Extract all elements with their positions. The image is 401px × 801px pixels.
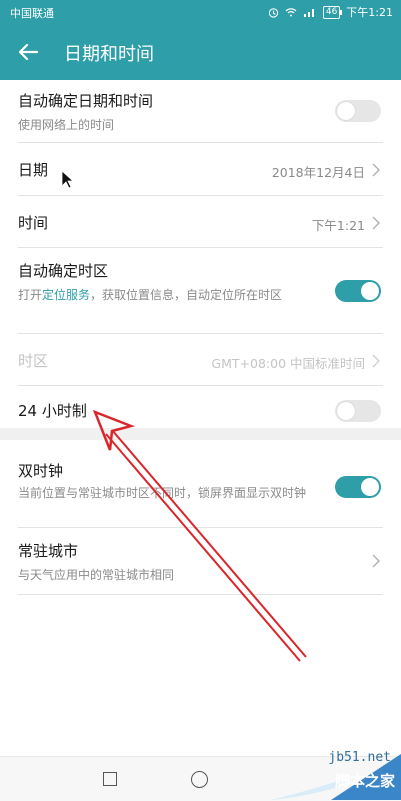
24-hour-toggle[interactable]	[335, 400, 381, 422]
wifi-icon	[285, 8, 297, 17]
setting-auto-timezone[interactable]: 自动确定时区 打开定位服务，获取位置信息，自动定位所在时区	[18, 248, 383, 334]
battery-icon: 46	[322, 5, 343, 19]
description-text: 打开	[18, 288, 43, 302]
alarm-icon	[268, 7, 279, 18]
setting-label: 24 小时制	[18, 402, 87, 420]
mouse-cursor-icon	[61, 170, 75, 189]
setting-label: 时区	[18, 352, 49, 370]
date-value: 2018年12月4日	[271, 165, 365, 180]
setting-label: 自动确定时区	[18, 262, 109, 280]
recent-apps-button[interactable]	[103, 772, 117, 786]
toggle-knob	[337, 102, 355, 120]
chevron-right-icon	[372, 354, 380, 368]
setting-description: 使用网络上的时间	[18, 118, 115, 132]
setting-label: 时间	[18, 214, 49, 232]
auto-timezone-toggle[interactable]	[335, 280, 381, 302]
toggle-knob	[337, 402, 355, 420]
setting-label: 自动确定日期和时间	[18, 92, 154, 110]
chevron-right-icon	[372, 554, 380, 568]
setting-label: 双时钟	[18, 462, 64, 480]
setting-label: 常驻城市	[18, 542, 79, 560]
setting-label: 日期	[18, 161, 49, 179]
chevron-right-icon	[372, 216, 380, 230]
page-title: 日期和时间	[64, 44, 154, 65]
chevron-right-icon	[372, 163, 380, 177]
status-icons: 46 下午1:21	[268, 4, 393, 20]
description-text: ，获取位置信息，自动定位所在时区	[90, 288, 283, 302]
setting-24-hour[interactable]: 24 小时制	[18, 386, 383, 428]
site-watermark: jb51.net 脚本之家	[271, 740, 401, 800]
setting-time[interactable]: 时间 下午1:21	[18, 196, 383, 248]
arrow-left-icon[interactable]	[14, 38, 42, 66]
watermark-url: jb51.net	[328, 750, 391, 765]
settings-list-secondary: 双时钟 当前位置与常驻城市时区不同时，锁屏界面显示双时钟 常驻城市 与天气应用中…	[0, 440, 401, 595]
signal-icon	[303, 9, 314, 17]
watermark-name: 脚本之家	[334, 772, 395, 790]
setting-auto-datetime[interactable]: 自动确定日期和时间 使用网络上的时间	[18, 80, 383, 143]
time-value: 下午1:21	[311, 218, 365, 233]
auto-datetime-toggle[interactable]	[335, 100, 381, 122]
section-separator	[0, 428, 401, 440]
setting-description: 与天气应用中的常驻城市相同	[18, 568, 175, 582]
status-time: 下午1:21	[346, 6, 393, 19]
home-button[interactable]	[191, 771, 208, 788]
settings-list: 自动确定日期和时间 使用网络上的时间 日期 2018年12月4日 时间 下午1:…	[0, 80, 401, 428]
toggle-knob	[361, 282, 379, 300]
setting-description: 打开定位服务，获取位置信息，自动定位所在时区	[18, 286, 318, 304]
setting-timezone: 时区 GMT+08:00 中国标准时间	[18, 334, 383, 386]
timezone-value: GMT+08:00 中国标准时间	[211, 356, 365, 371]
carrier-name: 中国联通	[10, 7, 54, 20]
setting-description: 当前位置与常驻城市时区不同时，锁屏界面显示双时钟	[18, 486, 307, 500]
location-service-link[interactable]: 定位服务	[42, 288, 90, 302]
setting-dual-clock[interactable]: 双时钟 当前位置与常驻城市时区不同时，锁屏界面显示双时钟	[18, 440, 383, 528]
dual-clock-toggle[interactable]	[335, 476, 381, 498]
toggle-knob	[361, 478, 379, 496]
app-bar: 日期和时间	[0, 24, 401, 80]
status-bar: 中国联通 46 下午1:21	[0, 0, 401, 24]
setting-home-city[interactable]: 常驻城市 与天气应用中的常驻城市相同	[18, 528, 383, 595]
